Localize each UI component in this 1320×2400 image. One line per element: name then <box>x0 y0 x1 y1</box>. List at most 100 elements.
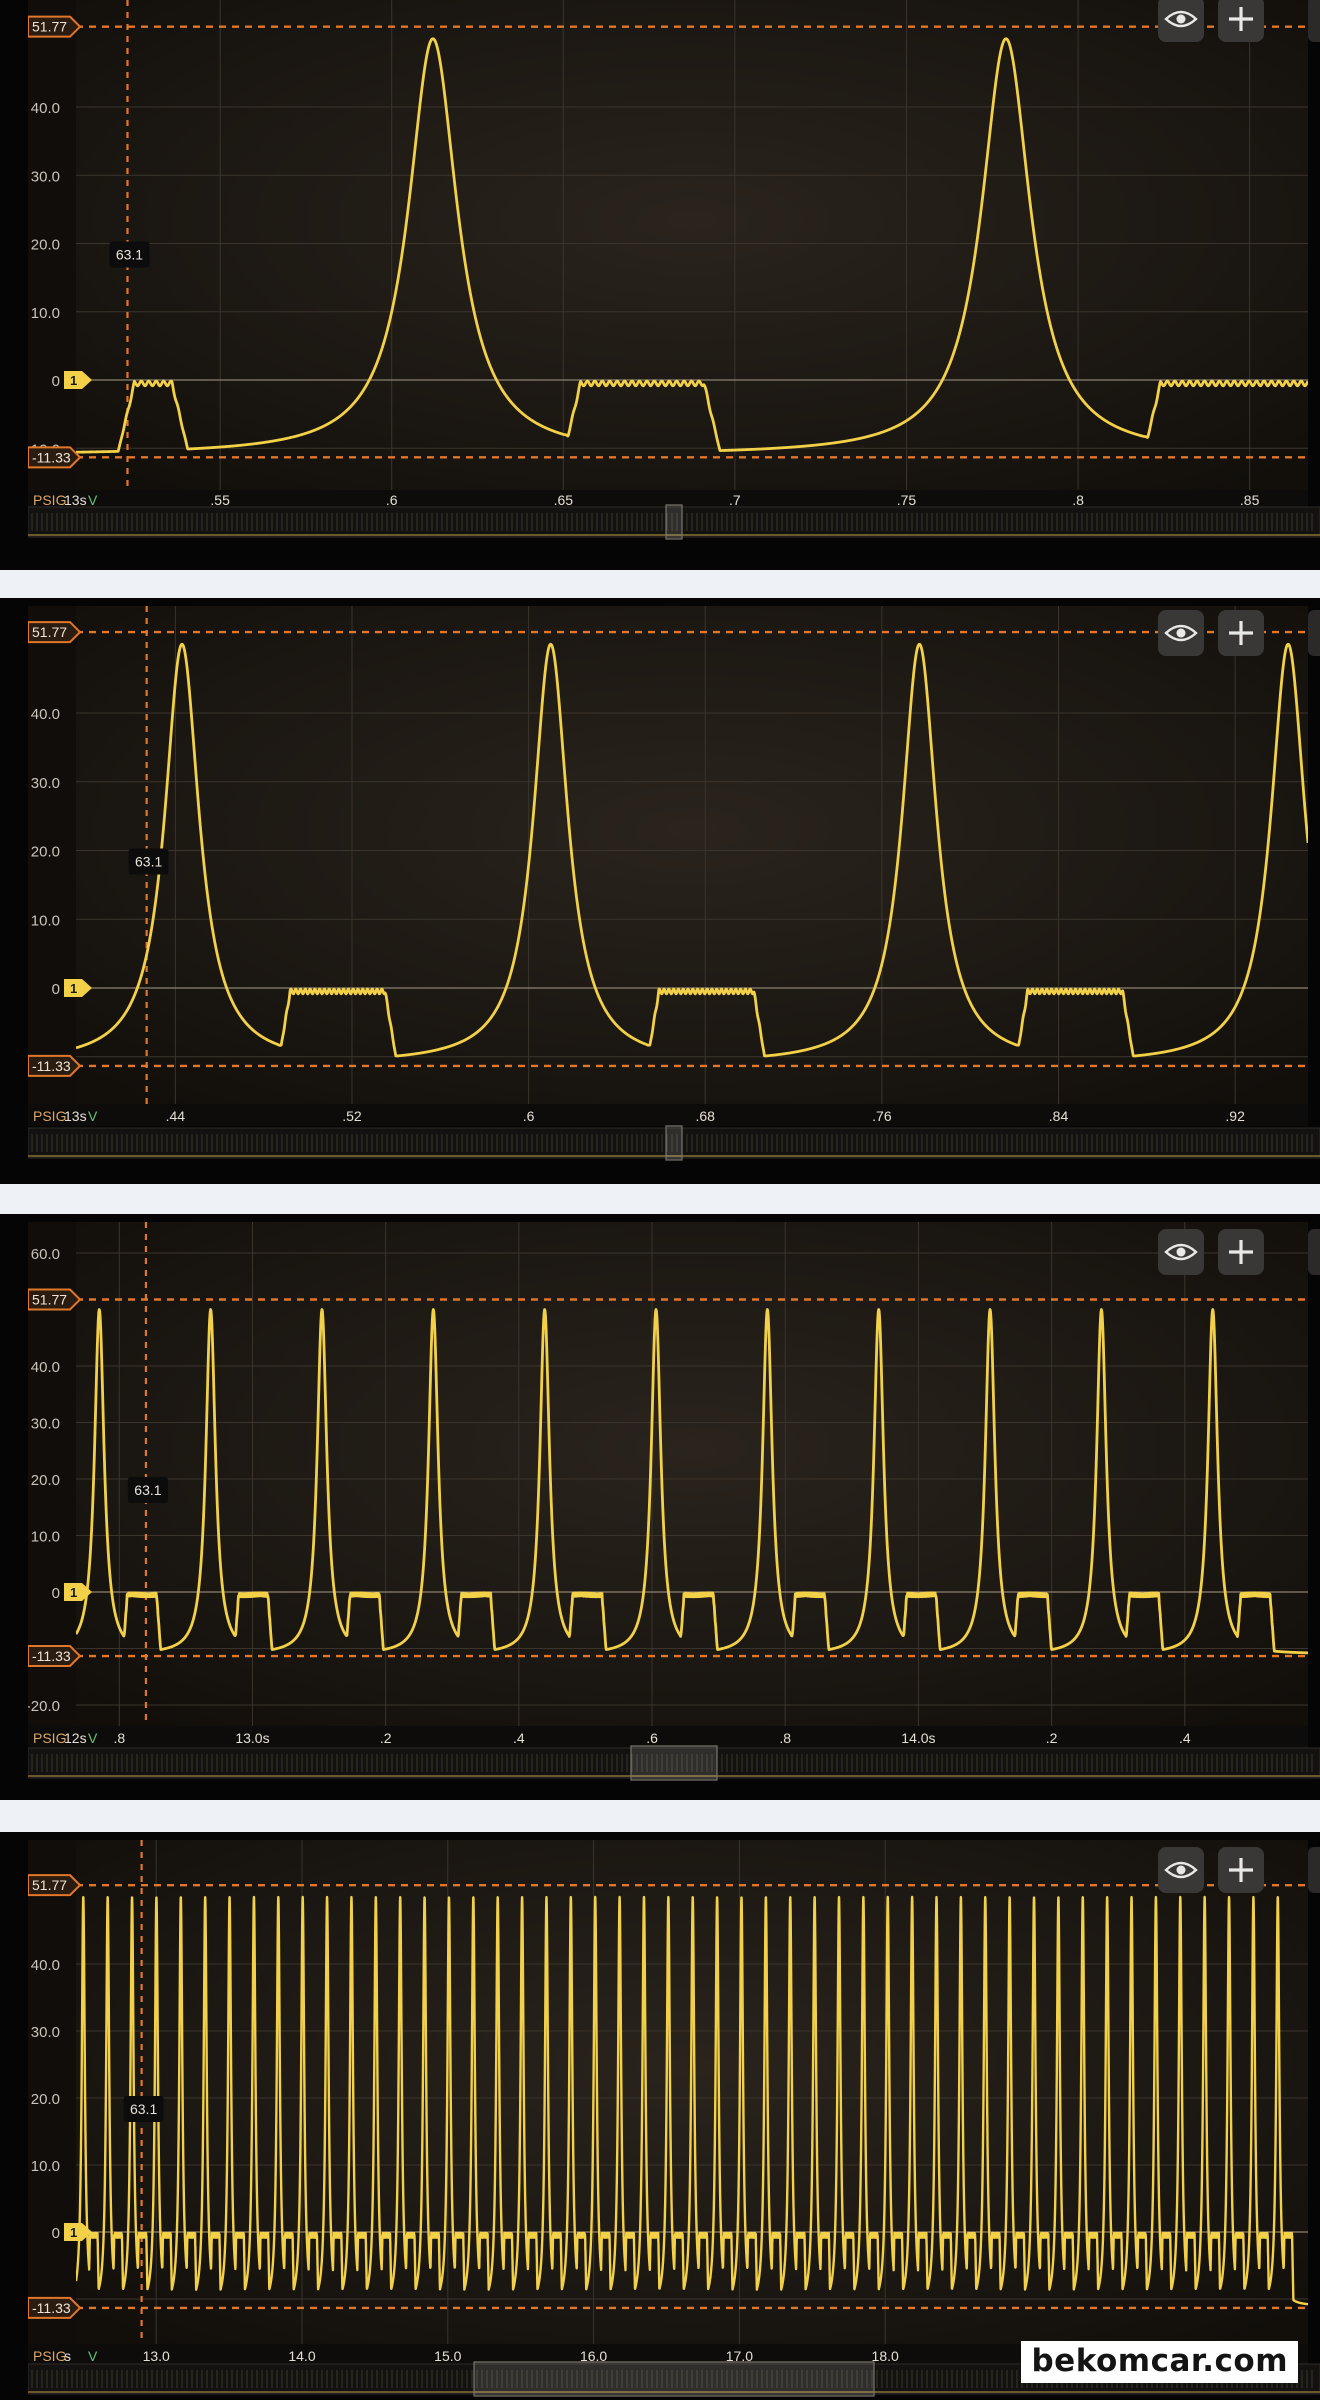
eye-button[interactable] <box>1158 610 1204 656</box>
y-tick-label: 20.0 <box>31 237 60 254</box>
lower-cursor-tag[interactable]: -11.33 <box>27 446 82 469</box>
y-tick-label: 30.0 <box>31 1416 60 1433</box>
cursor-readout-value: 63.1 <box>134 1482 161 1498</box>
time-scale-label: s <box>64 2348 71 2364</box>
add-channel-button[interactable] <box>1218 1229 1264 1275</box>
scrollbar-thumb[interactable] <box>473 2361 875 2397</box>
plus-icon <box>1229 1858 1253 1882</box>
x-tick-label: .4 <box>1179 1730 1191 1746</box>
upper-cursor-tag-label: 51.77 <box>32 1291 67 1307</box>
y-tick-label: 30.0 <box>31 168 60 185</box>
x-tick-label: .52 <box>342 1108 362 1124</box>
y-tick-label: 20.0 <box>31 1472 60 1489</box>
x-tick-label: .65 <box>554 492 574 508</box>
y-tick-label: 0 <box>52 981 60 998</box>
upper-cursor-tag[interactable]: 51.77 <box>27 1288 82 1311</box>
overview-scrollbar[interactable] <box>27 1125 1320 1161</box>
plus-icon <box>1229 1240 1253 1264</box>
scope-chart-1: 40.030.020.010.00-10.051.77-11.33163.1PS… <box>0 0 1320 570</box>
cursor-readout: 63.1 <box>127 1477 168 1503</box>
y-tick-label: 0 <box>52 2225 60 2242</box>
lower-cursor-tag-label: -11.33 <box>32 449 71 465</box>
cursor-readout-value: 63.1 <box>116 247 143 263</box>
eye-button[interactable] <box>1158 0 1204 42</box>
x-tick-label: .76 <box>872 1108 892 1124</box>
unit-label: V <box>88 492 98 508</box>
y-tick-label: 20.0 <box>31 2091 60 2108</box>
x-tick-label: 18.0 <box>872 2348 899 2364</box>
x-tick-label: 15.0 <box>434 2348 461 2364</box>
cursor-readout-value: 63.1 <box>135 854 162 870</box>
x-tick-label: .44 <box>166 1108 186 1124</box>
scrollbar-thumb[interactable] <box>630 1745 718 1781</box>
scope-panel-3: 60.0 40.0 30.0 20.0 10.0 0 -20.0 51.77 -11.33 1 63… <box>0 1214 1320 1800</box>
x-tick-label: .68 <box>696 1108 716 1124</box>
time-scale-label: 13s <box>64 1108 87 1124</box>
y-tick-label: 40.0 <box>31 706 60 723</box>
x-tick-label: .6 <box>386 492 398 508</box>
time-scale-label: 12s <box>64 1730 87 1746</box>
overview-scrollbar[interactable] <box>27 504 1320 540</box>
panel-left-edge <box>0 1214 28 1800</box>
y-tick-label: 40.0 <box>31 100 60 117</box>
overview-scrollbar[interactable] <box>27 1745 1320 1781</box>
unit-label: V <box>88 1108 98 1124</box>
watermark: bekomcar.com <box>1021 2341 1298 2383</box>
x-tick-label: .84 <box>1049 1108 1069 1124</box>
y-tick-label: 30.0 <box>31 2024 60 2041</box>
cursor-readout: 63.1 <box>109 241 150 268</box>
x-tick-label: 13.0 <box>143 2348 170 2364</box>
plot-area[interactable] <box>76 606 1308 1104</box>
channel-label: PSIG <box>33 1108 66 1124</box>
plot-area[interactable] <box>76 0 1308 490</box>
y-tick-label: 20.0 <box>31 844 60 861</box>
upper-cursor-tag[interactable]: 51.77 <box>27 621 82 644</box>
plot-area[interactable] <box>76 1222 1308 1726</box>
x-tick-label: 14.0 <box>288 2348 315 2364</box>
panel-left-edge <box>0 1832 28 2400</box>
channel-marker-label: 1 <box>70 373 77 388</box>
add-channel-button[interactable] <box>1218 0 1264 42</box>
side-panel-tab[interactable] <box>1308 610 1320 656</box>
scrollbar-thumb[interactable] <box>665 1125 683 1161</box>
y-tick-label: 30.0 <box>31 775 60 792</box>
eye-button[interactable] <box>1158 1847 1204 1893</box>
y-tick-label: 40.0 <box>31 1359 60 1376</box>
y-tick-label: 10.0 <box>31 2158 60 2175</box>
upper-cursor-tag-label: 51.77 <box>32 624 67 640</box>
time-scale-label: 13s <box>64 492 87 508</box>
x-tick-label: .2 <box>380 1730 392 1746</box>
x-tick-label: .6 <box>523 1108 535 1124</box>
lower-cursor-tag-label: -11.33 <box>32 1058 71 1074</box>
lower-cursor-tag[interactable]: -11.33 <box>27 2296 82 2319</box>
x-tick-label: .92 <box>1225 1108 1245 1124</box>
lower-cursor-tag[interactable]: -11.33 <box>27 1645 82 1668</box>
add-channel-button[interactable] <box>1218 1847 1264 1893</box>
channel-label: PSIG <box>33 1730 66 1746</box>
x-tick-label: .8 <box>113 1730 125 1746</box>
upper-cursor-tag[interactable]: 51.77 <box>27 15 82 38</box>
lower-cursor-tag[interactable]: -11.33 <box>27 1054 82 1077</box>
side-panel-tab[interactable] <box>1308 1847 1320 1893</box>
unit-label: V <box>88 1730 98 1746</box>
x-tick-label: .55 <box>210 492 230 508</box>
scope-chart-4: 40.0 30.0 20.0 10.0 0 51.77 -11.33 1 63.1 PSIGs V 1… <box>0 1832 1320 2400</box>
x-axis-band <box>28 1104 1308 1126</box>
x-tick-label: 14.0s <box>901 1730 935 1746</box>
scope-chart-3: 60.0 40.0 30.0 20.0 10.0 0 -20.0 51.77 -11.33 1 63… <box>0 1214 1320 1800</box>
side-panel-tab[interactable] <box>1308 1229 1320 1275</box>
x-tick-label: .7 <box>729 492 741 508</box>
lower-cursor-tag-label: -11.33 <box>32 2300 71 2316</box>
add-channel-button[interactable] <box>1218 610 1264 656</box>
cursor-readout-value: 63.1 <box>130 2101 157 2117</box>
side-panel-tab[interactable] <box>1308 0 1320 42</box>
x-tick-label: .4 <box>513 1730 525 1746</box>
scrollbar-thumb[interactable] <box>665 504 683 540</box>
upper-cursor-tag-label: 51.77 <box>32 19 67 35</box>
y-tick-label: 40.0 <box>31 1957 60 1974</box>
eye-icon <box>1164 1243 1198 1261</box>
upper-cursor-tag[interactable]: 51.77 <box>27 1874 82 1897</box>
eye-button[interactable] <box>1158 1229 1204 1275</box>
x-tick-label: .85 <box>1240 492 1260 508</box>
y-tick-label: 10.0 <box>31 1529 60 1546</box>
